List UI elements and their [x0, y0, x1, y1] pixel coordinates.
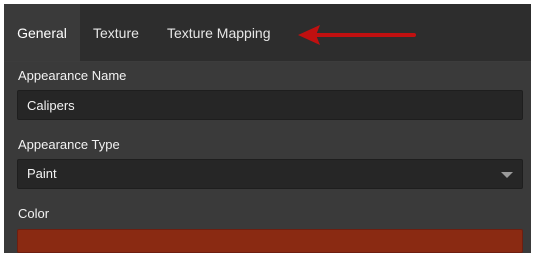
- tab-general[interactable]: General: [4, 4, 80, 61]
- tab-texture[interactable]: Texture: [93, 4, 139, 61]
- appearance-type-label: Appearance Type: [18, 137, 120, 152]
- tab-texture-mapping[interactable]: Texture Mapping: [167, 4, 271, 61]
- appearance-panel: General Texture Texture Mapping Appearan…: [4, 4, 531, 253]
- chevron-down-icon[interactable]: [501, 172, 513, 178]
- color-label: Color: [18, 206, 50, 221]
- appearance-name-field[interactable]: [17, 90, 523, 120]
- appearance-type-value: Paint: [27, 166, 57, 181]
- appearance-name-label: Appearance Name: [18, 68, 127, 83]
- appearance-type-select[interactable]: Paint: [17, 159, 523, 189]
- color-swatch[interactable]: [17, 229, 523, 253]
- tab-bar: General Texture Texture Mapping: [4, 4, 531, 62]
- red-arrow-annotation: [298, 25, 416, 45]
